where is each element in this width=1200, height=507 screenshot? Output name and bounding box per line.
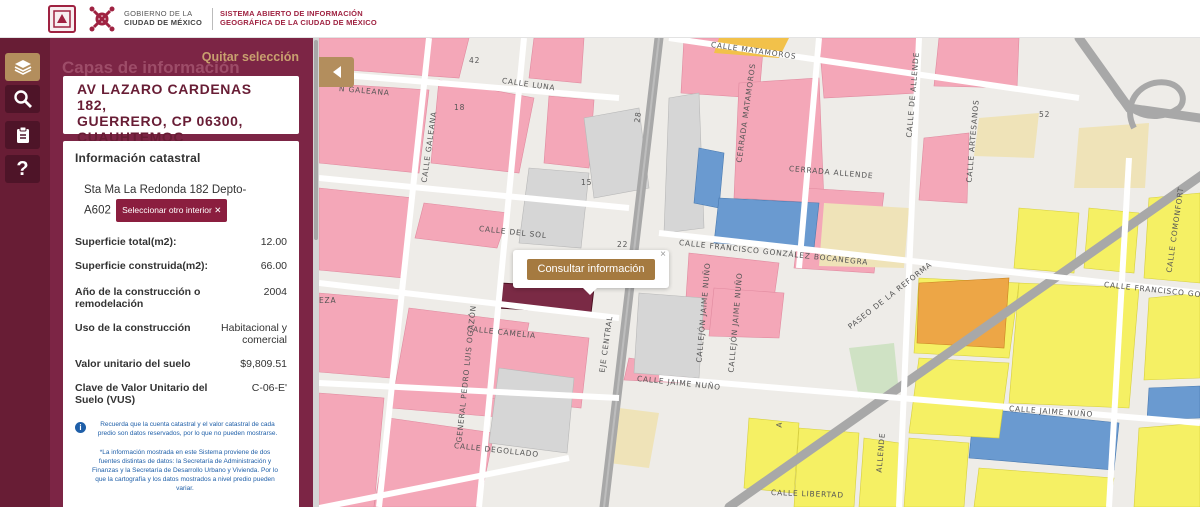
privacy-note: i Recuerda que la cuenta catastral y el … — [75, 420, 287, 438]
help-button[interactable]: ? — [5, 155, 40, 183]
map-popup: × Consultar información — [513, 249, 669, 295]
info-row-construction-use: Uso de la construcción Habitacional y com… — [75, 322, 287, 346]
clear-selection-link[interactable]: Quitar selección — [202, 50, 299, 64]
info-row-built-area: Superficie construida(m2): 66.00 — [75, 260, 287, 272]
map-canvas[interactable]: CALLE MATAMOROS CALLE LUNA N GALEANA CAL… — [319, 38, 1200, 507]
help-icon: ? — [16, 157, 29, 180]
layers-button[interactable] — [5, 53, 40, 81]
house-number: 28 — [632, 110, 644, 124]
house-number: 15 — [581, 178, 593, 187]
collapse-panel-button[interactable] — [319, 57, 354, 87]
address-line: GUERRERO, CP 06300, — [77, 113, 243, 129]
clipboard-icon — [16, 126, 29, 143]
system-name: SISTEMA ABIERTO DE INFORMACIÓN GEOGRÁFIC… — [220, 9, 377, 27]
panel-scrollbar-thumb[interactable] — [314, 40, 318, 240]
cadastral-info-card: Información catastral Sta Ma La Redonda … — [63, 141, 299, 507]
map-layer — [319, 38, 1200, 507]
interior-description: Sta Ma La Redonda 182 Depto- A602 Selecc… — [84, 182, 287, 222]
chevron-left-icon — [332, 66, 341, 78]
header-divider — [212, 8, 213, 30]
cdmx-coat-of-arms-logo — [48, 5, 76, 33]
close-popup-button[interactable]: × — [660, 249, 666, 260]
house-number: 52 — [1039, 110, 1051, 119]
search-button[interactable] — [5, 85, 40, 113]
street-label: A — [774, 421, 785, 428]
search-icon — [13, 90, 32, 108]
selected-address: AV LAZARO CARDENAS 182, GUERRERO, CP 063… — [63, 76, 299, 145]
street-label: EZA — [319, 296, 337, 305]
cadastral-info-title: Información catastral — [75, 151, 201, 165]
info-row-vus-key: Clave de Valor Unitario del Suelo (VUS) C… — [75, 382, 287, 406]
address-line: AV LAZARO CARDENAS 182, — [77, 81, 252, 113]
info-row-total-area: Superficie total(m2): 12.00 — [75, 236, 287, 248]
government-name: GOBIERNO DE LA CIUDAD DE MÉXICO — [124, 9, 203, 27]
consult-info-button[interactable]: Consultar información — [527, 259, 655, 280]
site-header: GOBIERNO DE LA CIUDAD DE MÉXICO SISTEMA … — [0, 0, 1200, 38]
select-other-interior-button[interactable]: Seleccionar otro interior ✕ — [116, 199, 228, 222]
info-row-construction-year: Año de la construcción o remodelación 200… — [75, 286, 287, 310]
cdmx-emblem-logo — [89, 6, 115, 32]
popup-pointer — [583, 288, 597, 295]
left-toolbar: ? — [0, 38, 50, 507]
layers-icon — [14, 60, 31, 75]
house-number: 42 — [469, 56, 481, 65]
house-number: 22 — [617, 240, 629, 249]
info-icon: i — [75, 422, 86, 433]
report-button[interactable] — [5, 121, 40, 149]
data-source-note: *La información mostrada en este Sistema… — [92, 449, 278, 492]
house-number: 18 — [454, 103, 466, 112]
info-row-land-value: Valor unitario del suelo $9,809.51 — [75, 358, 287, 370]
info-panel: Capas de información Quitar selección AV… — [50, 38, 313, 507]
